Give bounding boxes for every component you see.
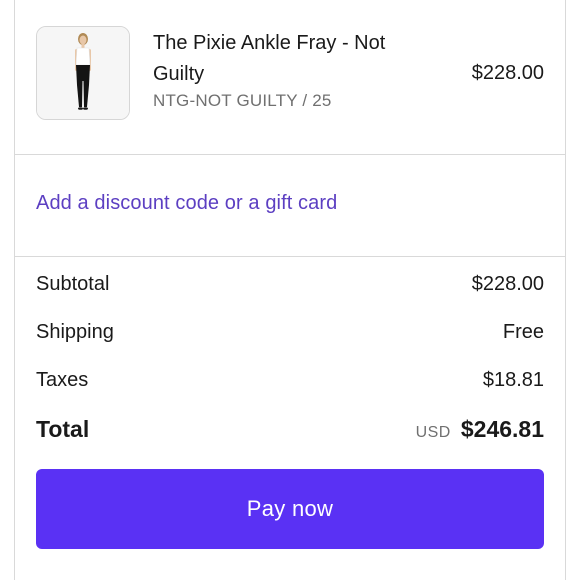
product-variant: NTG-NOT GUILTY / 25: [153, 91, 332, 110]
product-thumbnail: [36, 26, 130, 120]
taxes-row: Taxes $18.81: [36, 369, 544, 392]
taxes-value: $18.81: [482, 369, 544, 391]
shipping-row: Shipping Free: [36, 321, 544, 344]
total-currency: USD: [415, 424, 451, 441]
total-label: Total: [36, 416, 90, 442]
subtotal-value: $228.00: [471, 273, 544, 295]
pay-now-button[interactable]: Pay now: [36, 469, 544, 549]
shipping-value: Free: [502, 321, 544, 343]
total-row: Total USD $246.81: [36, 416, 544, 443]
product-line-item: The Pixie Ankle Fray - Not Guilty NTG-NO…: [36, 26, 546, 126]
total-value: $246.81: [460, 416, 544, 442]
divider: [14, 256, 566, 257]
subtotal-row: Subtotal $228.00: [36, 273, 544, 296]
total-amount: USD $246.81: [416, 416, 544, 443]
shipping-label: Shipping: [36, 321, 114, 343]
product-name: The Pixie Ankle Fray - Not Guilty: [153, 32, 386, 85]
product-image-icon: [37, 27, 129, 119]
divider: [14, 154, 566, 155]
discount-code-link[interactable]: Add a discount code or a gift card: [36, 192, 337, 215]
subtotal-label: Subtotal: [36, 273, 110, 295]
taxes-label: Taxes: [36, 369, 89, 391]
product-price: $228.00: [471, 62, 544, 84]
